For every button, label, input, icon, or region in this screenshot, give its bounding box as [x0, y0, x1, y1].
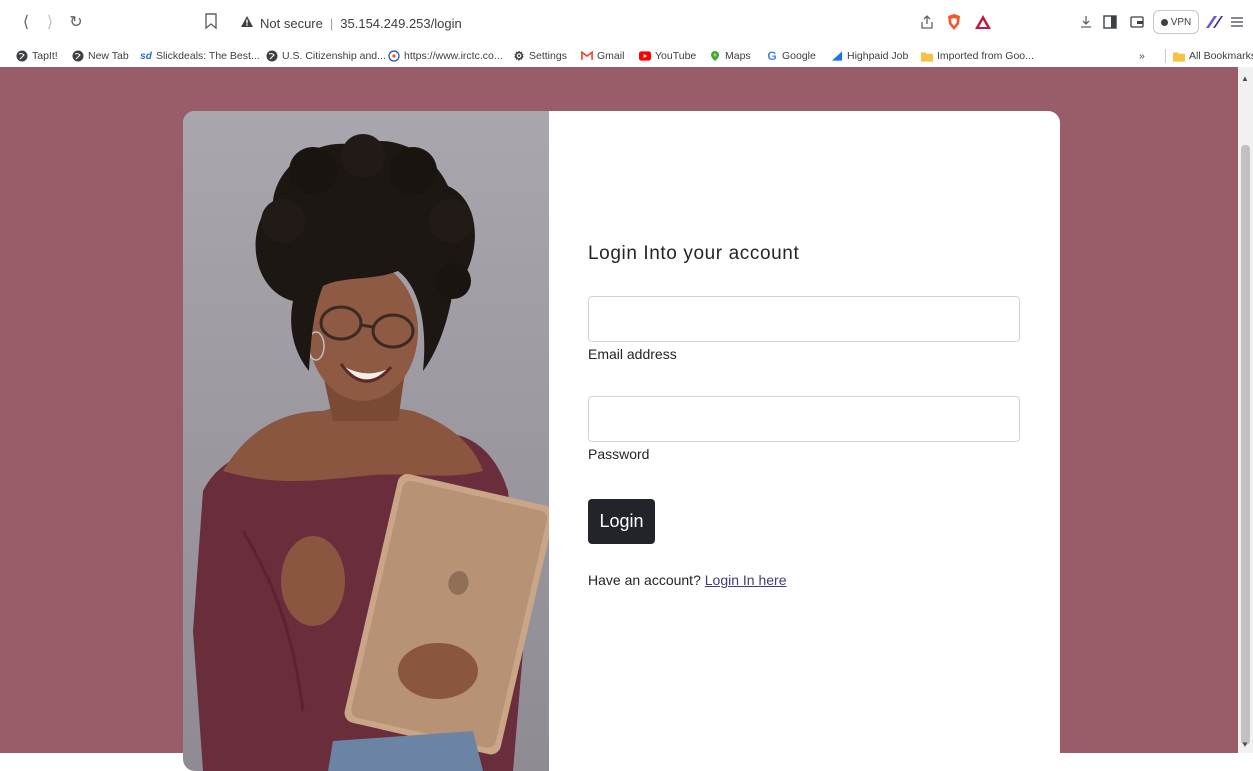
back-icon[interactable]: ⟨ — [16, 12, 36, 32]
bookmark-maps[interactable]: Maps — [709, 49, 751, 63]
password-input[interactable] — [588, 396, 1020, 442]
google-icon: G — [767, 49, 777, 63]
bookmark-google[interactable]: G Google — [766, 49, 816, 63]
all-bookmarks-button[interactable]: All Bookmarks — [1173, 49, 1253, 63]
bookmark-label: Gmail — [597, 50, 625, 62]
login-form: Login Into your account Email address Pa… — [588, 243, 1020, 588]
scrollbar-thumb[interactable] — [1241, 145, 1250, 745]
email-input[interactable] — [588, 296, 1020, 342]
slickdeals-icon: sd — [140, 50, 152, 62]
login-button[interactable]: Login — [588, 499, 655, 544]
gmail-icon — [581, 50, 593, 62]
bookmarks-overflow-button[interactable]: » — [1139, 49, 1145, 63]
sidebar-icon[interactable] — [1101, 13, 1119, 31]
leo-ai-icon[interactable] — [1203, 13, 1225, 31]
brave-shields-icon[interactable] — [945, 13, 963, 31]
bookmark-label: TapIt! — [32, 50, 58, 62]
warning-icon — [240, 15, 254, 31]
folder-icon — [921, 50, 933, 62]
globe-icon — [266, 50, 278, 62]
bookmark-label: Google — [782, 50, 816, 62]
scroll-down-arrow-icon[interactable]: ▼ — [1241, 740, 1249, 749]
footer-text: Have an account? Login In here — [588, 572, 786, 588]
share-icon[interactable] — [918, 13, 936, 31]
download-icon[interactable] — [1077, 13, 1095, 31]
scroll-up-arrow-icon[interactable]: ▲ — [1241, 74, 1249, 83]
bookmark-label: Slickdeals: The Best... — [156, 50, 260, 62]
login-link[interactable]: Login In here — [705, 572, 787, 588]
bookmark-uscis[interactable]: U.S. Citizenship and... — [266, 49, 386, 63]
vpn-label: VPN — [1170, 16, 1192, 28]
forward-icon[interactable]: ⟩ — [40, 12, 60, 32]
bookmark-settings[interactable]: ⚙ Settings — [513, 49, 567, 63]
address-separator: | — [329, 15, 334, 31]
maps-icon — [709, 50, 721, 62]
bookmark-label: U.S. Citizenship and... — [282, 50, 386, 62]
bookmark-label: Maps — [725, 50, 751, 62]
email-label: Email address — [588, 346, 677, 362]
highpaid-icon — [831, 50, 843, 62]
bookmark-gmail[interactable]: Gmail — [581, 49, 624, 63]
address-bar[interactable]: Not secure | 35.154.249.253/login — [228, 9, 998, 37]
bookmark-label: Highpaid Job — [847, 50, 909, 62]
bookmark-youtube[interactable]: YouTube — [639, 49, 696, 63]
browser-toolbar: ⟨ ⟩ ↻ Not secure | 35.154.249.253/login … — [0, 0, 1253, 45]
irctc-icon — [388, 50, 400, 62]
all-bookmarks-label: All Bookmarks — [1189, 50, 1253, 62]
bookmark-slickdeals[interactable]: sd Slickdeals: The Best... — [140, 49, 260, 63]
bookmark-page-icon[interactable] — [204, 12, 222, 32]
bookmark-tapit[interactable]: TapIt! — [16, 49, 58, 63]
vpn-status-icon — [1160, 18, 1168, 26]
bookmark-highpaid-job[interactable]: Highpaid Job — [831, 49, 908, 63]
globe-icon — [72, 50, 84, 62]
password-label: Password — [588, 446, 650, 462]
bookmark-irctc[interactable]: https://www.irctc.co... — [388, 49, 503, 63]
bookmark-label: New Tab — [88, 50, 129, 62]
woman-with-tablet-photo — [183, 111, 549, 771]
login-card: Login Into your account Email address Pa… — [183, 111, 1060, 771]
reload-icon[interactable]: ↻ — [66, 12, 86, 32]
wallet-icon[interactable] — [1128, 13, 1146, 31]
url-text[interactable]: 35.154.249.253/login — [340, 16, 461, 31]
bookmark-label: Settings — [529, 50, 567, 62]
folder-icon — [1173, 50, 1185, 62]
bookmark-label: https://www.irctc.co... — [404, 50, 503, 62]
brave-rewards-icon[interactable] — [974, 13, 992, 31]
bookmark-new-tab[interactable]: New Tab — [72, 49, 129, 63]
bookmark-imported-folder[interactable]: Imported from Goo... — [921, 49, 1034, 63]
vpn-button[interactable]: VPN — [1153, 10, 1199, 34]
bookmark-label: Imported from Goo... — [937, 50, 1034, 62]
footer-prompt: Have an account? — [588, 572, 701, 588]
globe-icon — [16, 50, 28, 62]
youtube-icon — [639, 50, 651, 62]
overflow-chevron-icon: » — [1139, 50, 1145, 62]
login-title: Login Into your account — [588, 243, 800, 264]
bookmark-label: YouTube — [655, 50, 697, 62]
gear-icon: ⚙ — [513, 49, 525, 63]
bookmarks-bar: TapIt! New Tab sd Slickdeals: The Best..… — [0, 45, 1253, 67]
menu-icon[interactable] — [1228, 13, 1246, 31]
security-label[interactable]: Not secure — [260, 16, 323, 31]
bookmarks-divider — [1165, 49, 1166, 63]
